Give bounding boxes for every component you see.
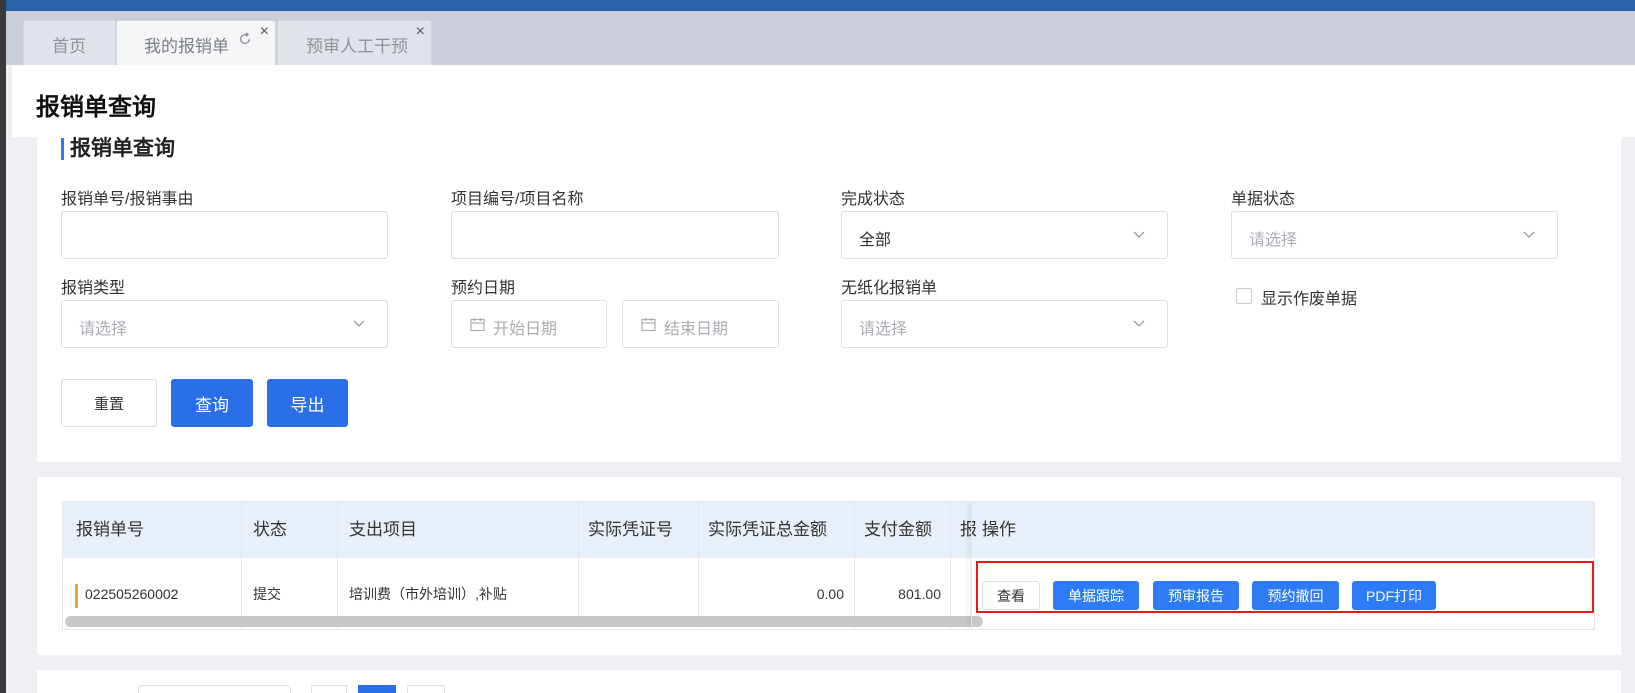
start-date-placeholder: 开始日期 — [493, 321, 558, 338]
tab-label: 我的报销单 — [144, 37, 229, 56]
column-header: 操作 — [982, 520, 1016, 539]
chevron-down-icon — [1133, 231, 1145, 238]
report-no-input[interactable] — [61, 211, 388, 259]
tab-bar: 首页 我的报销单 × 预审人工干预 × — [6, 11, 1635, 65]
top-bar — [0, 0, 1635, 11]
current-page-button[interactable] — [358, 685, 396, 693]
paperless-placeholder: 请选择 — [859, 321, 908, 338]
doc-status-label: 单据状态 — [1231, 191, 1296, 208]
column-header: 支付金额 — [864, 520, 932, 539]
doc-status-select[interactable]: 请选择 — [1231, 211, 1558, 259]
paperless-label: 无纸化报销单 — [841, 280, 938, 297]
doc-status-placeholder: 请选择 — [1249, 232, 1298, 249]
column-divider — [950, 502, 951, 629]
end-date-input[interactable]: 结束日期 — [622, 300, 779, 348]
highlight-box — [976, 561, 1594, 613]
chevron-down-icon — [353, 320, 365, 327]
end-date-placeholder: 结束日期 — [664, 321, 729, 338]
tab-home[interactable]: 首页 — [23, 20, 116, 65]
tab-my-reports[interactable]: 我的报销单 × — [116, 20, 276, 65]
export-button[interactable]: 导出 — [267, 379, 348, 427]
chevron-down-icon — [1133, 320, 1145, 327]
paperless-select[interactable]: 请选择 — [841, 300, 1168, 348]
calendar-icon — [641, 318, 656, 332]
tab-label: 首页 — [52, 37, 86, 56]
column-divider — [578, 502, 579, 629]
show-void-label: 显示作废单据 — [1261, 291, 1358, 308]
type-select[interactable]: 请选择 — [61, 300, 388, 348]
date-label: 预约日期 — [451, 280, 516, 297]
row-status-marker — [75, 584, 78, 608]
show-void-checkbox[interactable] — [1236, 288, 1252, 304]
tab-label: 预审人工干预 — [306, 37, 408, 56]
next-page-button[interactable] — [407, 685, 445, 693]
close-icon[interactable]: × — [416, 24, 425, 40]
close-icon[interactable]: × — [260, 24, 269, 40]
column-header: 实际凭证号 — [588, 520, 673, 539]
left-edge — [0, 0, 6, 693]
horizontal-scrollbar[interactable] — [65, 616, 983, 627]
report-no-label: 报销单号/报销事由 — [61, 191, 194, 208]
project-input[interactable] — [451, 211, 779, 259]
type-placeholder: 请选择 — [79, 321, 128, 338]
page-size-select[interactable] — [138, 685, 291, 693]
column-header: 支出项目 — [349, 520, 417, 539]
refresh-icon[interactable] — [238, 32, 252, 46]
column-header: 状态 — [253, 520, 287, 539]
column-divider — [241, 502, 242, 629]
start-date-input[interactable]: 开始日期 — [451, 300, 607, 348]
page-header: 报销单查询 — [12, 65, 1635, 137]
column-divider — [337, 502, 338, 629]
prev-page-button[interactable] — [311, 685, 347, 693]
complete-status-label: 完成状态 — [841, 191, 906, 208]
type-label: 报销类型 — [61, 280, 126, 297]
complete-status-value: 全部 — [859, 232, 892, 249]
section-title: 报销单查询 — [61, 138, 175, 160]
column-header: 实际凭证总金额 — [708, 520, 827, 539]
column-header: 报销单号 — [76, 520, 144, 539]
page-title: 报销单查询 — [36, 94, 156, 121]
chevron-down-icon — [1523, 231, 1535, 238]
project-label: 项目编号/项目名称 — [451, 191, 584, 208]
query-button[interactable]: 查询 — [171, 379, 253, 427]
complete-status-select[interactable]: 全部 — [841, 211, 1168, 259]
tab-precheck-intervention[interactable]: 预审人工干预 × — [277, 20, 432, 65]
reset-button[interactable]: 重置 — [61, 379, 157, 427]
calendar-icon — [470, 318, 485, 332]
